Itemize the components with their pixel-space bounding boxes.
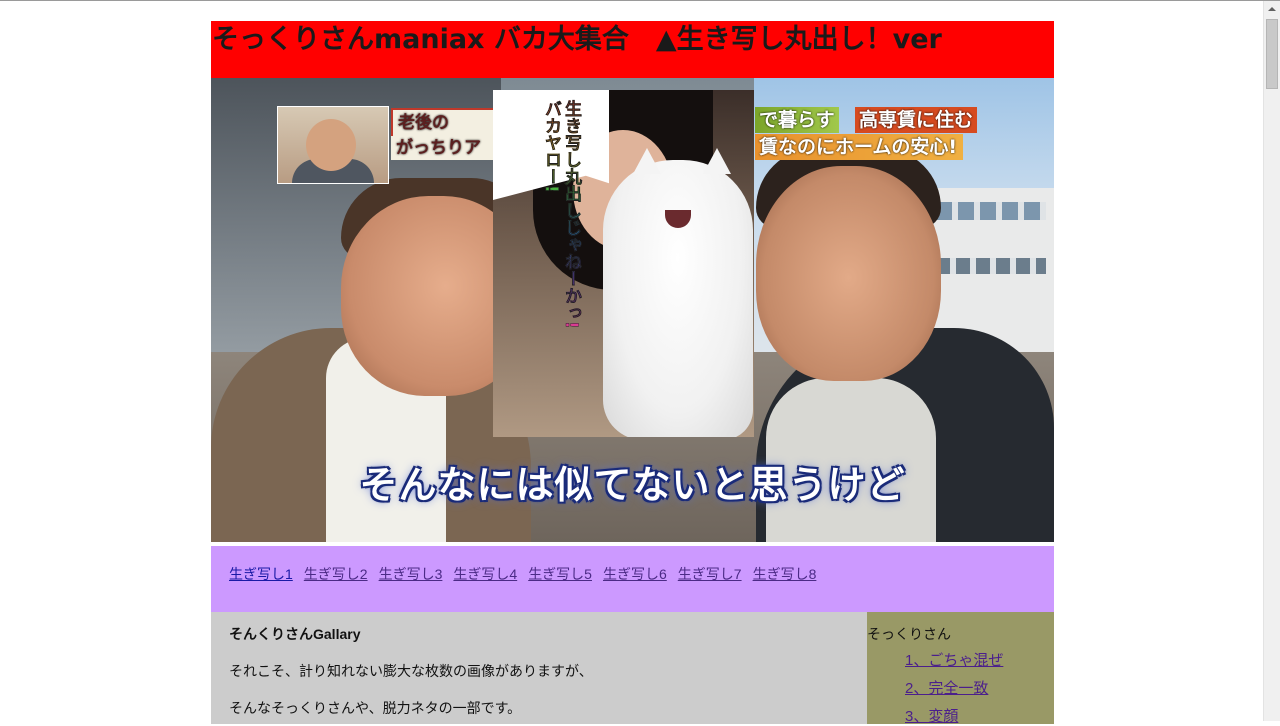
main-content: そんくりさんGallary それこそ、計り知れない膨大な枚数の画像がありますが、… [211,612,867,724]
gallery-link-item: 生ぎ写し3 [379,564,443,584]
gallery-link-item: 生ぎ写し5 [528,564,592,584]
tv-caption-right-1: で暮らす [755,107,839,133]
gallery-link-2[interactable]: 生ぎ写し2 [304,566,368,582]
cat-ear-left [633,148,661,174]
gallery-link-5[interactable]: 生ぎ写し5 [528,566,592,582]
tv-caption-left-top: 老後の [391,108,503,138]
gallery-link-item: 生ぎ写し1 [229,564,293,584]
gallery-nav: 生ぎ写し1 生ぎ写し2 生ぎ写し3 生ぎ写し4 生ぎ写し5 生ぎ写し6 生ぎ写し… [211,546,1054,612]
scroll-up-arrow-icon[interactable] [1264,1,1280,18]
gallery-link-item: 生ぎ写し8 [753,564,817,584]
tv-caption-right-3: 賃なのにホームの安心! [755,134,964,160]
tv-subtitle: そんなには似てないと思うけど [359,463,906,507]
gallery-link-item: 生ぎ写し6 [603,564,667,584]
inset-host-face [306,119,356,171]
gallery-link-item: 生ぎ写し4 [453,564,517,584]
scroll-thumb[interactable] [1266,19,1278,89]
man-right-face [756,166,941,381]
inset-host-photo [277,106,389,184]
sidebar-link-mixed[interactable]: 1、ごちゃ混ぜ [905,652,1054,670]
vertical-scrollbar[interactable] [1263,1,1280,721]
intro-paragraph-2: そんなそっくりさんや、脱力ネタの一部です。 [229,700,522,716]
sidebar-link-funny-face[interactable]: 3、変顔 [905,708,1054,726]
gallery-heading: そんくりさんGallary [229,626,361,642]
gallery-link-8[interactable]: 生ぎ写し8 [753,566,817,582]
gallery-link-item: 生ぎ写し7 [678,564,742,584]
gallery-link-3[interactable]: 生ぎ写し3 [379,566,443,582]
tv-caption-left-bottom: がっちりア [391,136,501,160]
white-cat [603,160,753,437]
gallery-link-7[interactable]: 生ぎ写し7 [678,566,742,582]
tv-caption-right-2: 高専賃に住む [855,107,978,133]
sidebar-link-exact-match[interactable]: 2、完全一致 [905,680,1054,698]
gallery-link-item: 生ぎ写し2 [304,564,368,584]
intro-paragraph-1: それこそ、計り知れない膨大な枚数の画像がありますが、 [229,663,593,679]
cat-girl-photo: 生き写し丸出しじゃねーかっ! バカヤロー! [493,90,754,437]
hero-image: 老後の がっちりア で暮らす 高専賃に住む 賃なのにホームの安心! 生き写し丸出… [211,78,1054,542]
content-row: そんくりさんGallary それこそ、計り知れない膨大な枚数の画像がありますが、… [211,612,1054,726]
gallery-link-6[interactable]: 生ぎ写し6 [603,566,667,582]
cat-caption-text: 生き写し丸出しじゃねーかっ! バカヤロー! [501,100,581,330]
sidebar-title: そっくりさん [867,626,951,642]
sidebar: そっくりさん 1、ごちゃ混ぜ 2、完全一致 3、変顔 [867,612,1054,726]
gallery-link-list: 生ぎ写し1 生ぎ写し2 生ぎ写し3 生ぎ写し4 生ぎ写し5 生ぎ写し6 生ぎ写し… [229,564,1054,584]
cat-ear-right [703,148,731,174]
gallery-link-4[interactable]: 生ぎ写し4 [453,566,517,582]
page-wrapper: そっくりさんmaniax バカ大集合 ▲生き写し丸出し！ver 老後の がっちり… [211,21,1054,726]
site-title: そっくりさんmaniax バカ大集合 ▲生き写し丸出し！ver [211,21,1054,78]
gallery-link-1[interactable]: 生ぎ写し1 [229,566,293,582]
